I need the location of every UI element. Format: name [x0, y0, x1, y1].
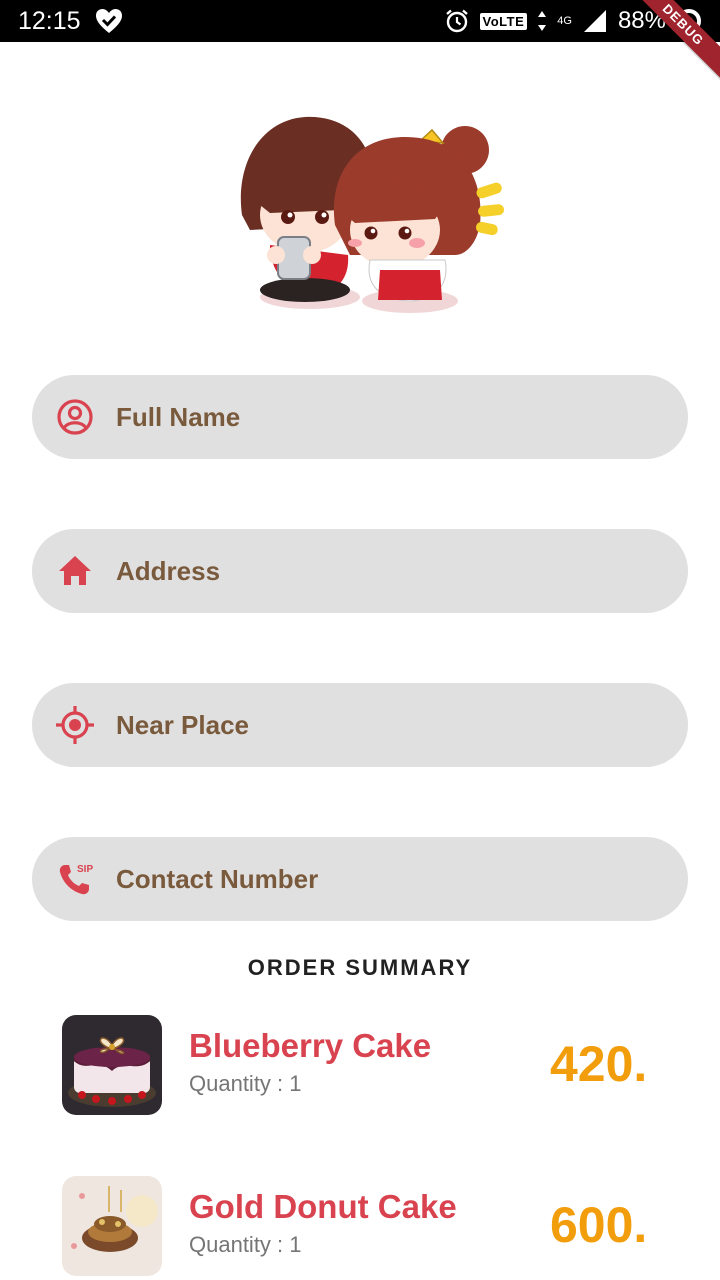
address-input[interactable]	[116, 555, 636, 587]
full-name-field[interactable]	[32, 375, 688, 459]
order-item[interactable]: Gold Donut Cake Quantity : 1 600.	[62, 1176, 682, 1276]
order-item-quantity: Quantity : 1	[189, 1232, 302, 1257]
data-arrows-icon	[538, 11, 547, 31]
status-time: 12:15	[18, 6, 81, 35]
order-item-quantity: Quantity : 1	[189, 1071, 302, 1096]
order-item-price: 600.	[550, 1197, 648, 1253]
near-place-field[interactable]	[32, 683, 688, 767]
near-place-input[interactable]	[116, 709, 636, 741]
screen: 12:15 VoLTE 4G 88% DEBUG Full Name Addre…	[0, 0, 720, 1280]
network-type: 4G	[557, 14, 572, 27]
status-bar: 12:15 VoLTE 4G 88%	[0, 0, 720, 42]
person-circle-icon	[54, 396, 96, 438]
blueberry-cake-image	[62, 1015, 162, 1115]
location-target-icon	[54, 704, 96, 746]
contact-number-input[interactable]	[116, 863, 636, 895]
volte-badge: VoLTE	[479, 12, 528, 30]
gold-donut-cake-image	[62, 1176, 162, 1276]
sip-phone-icon: SIP	[54, 858, 96, 900]
svg-text:SIP: SIP	[77, 864, 93, 875]
heart-check-icon	[95, 9, 122, 33]
order-item-name: Gold Donut Cake	[189, 1188, 457, 1225]
home-icon	[54, 550, 96, 592]
address-field[interactable]	[32, 529, 688, 613]
alarm-icon	[445, 9, 468, 33]
couple-illustration	[240, 116, 505, 313]
full-name-input[interactable]	[116, 401, 636, 433]
contact-number-field[interactable]: SIP	[32, 837, 688, 921]
order-item[interactable]: Blueberry Cake Quantity : 1 420.	[62, 1015, 682, 1115]
order-item-price: 420.	[550, 1036, 648, 1092]
signal-icon	[583, 10, 606, 32]
order-item-name: Blueberry Cake	[189, 1027, 432, 1064]
order-summary-title: ORDER SUMMARY	[247, 955, 473, 980]
